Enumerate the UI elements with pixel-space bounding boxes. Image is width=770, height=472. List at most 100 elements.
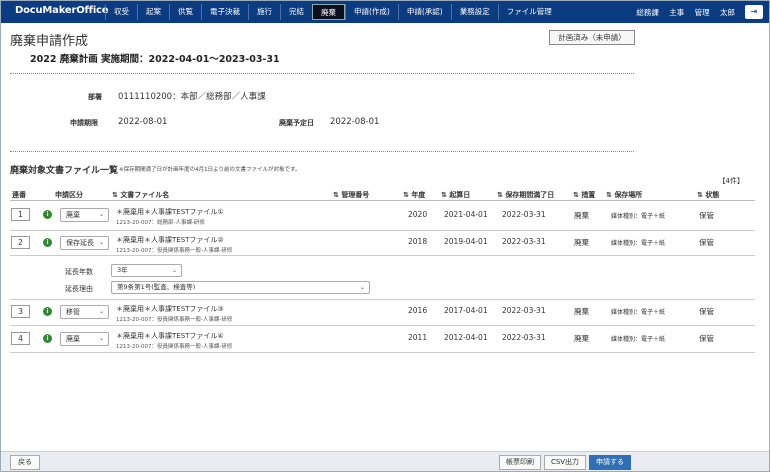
footer-bar: 戻る 帳票印刷 CSV出力 申請する: [1, 451, 769, 471]
logout-button[interactable]: ⇥: [745, 5, 763, 19]
cell-start: 2017-04-01: [444, 306, 488, 315]
cell-year: 2020: [408, 210, 428, 219]
table-row: 1 i 廃棄 ⌄ ＊廃棄用＊人事課TESTファイル① 1213-20-007：総務…: [10, 201, 755, 231]
disposal-date-value: 2022-08-01: [330, 117, 380, 127]
list-title: 廃棄対象文書ファイル一覧: [10, 166, 119, 176]
nav-item-settings[interactable]: 業務設定: [450, 4, 498, 20]
app-logo: DocuMakerOffice: [15, 5, 109, 16]
status-badge: 計画済み（未申請）: [549, 30, 635, 45]
info-icon[interactable]: i: [43, 307, 52, 316]
cell-start: 2012-04-01: [444, 333, 488, 342]
cell-action: 廃棄: [574, 211, 589, 220]
col-expire[interactable]: ⇅ 保存期間満了日: [497, 190, 554, 200]
col-year[interactable]: ⇅ 年度: [403, 190, 425, 200]
apply-deadline-label: 申請期限: [70, 119, 98, 127]
nav-item-circulate[interactable]: 供覧: [169, 4, 201, 20]
divider: [10, 73, 634, 74]
extension-years-label: 延長年数: [65, 268, 93, 276]
row-number[interactable]: 4: [11, 332, 30, 345]
row-number[interactable]: 3: [11, 305, 30, 318]
nav-item-apply-approve[interactable]: 申請(承認): [397, 4, 451, 20]
cell-state: 保管: [699, 334, 714, 343]
nav-item-e-approval[interactable]: 電子決裁: [201, 4, 248, 20]
info-icon[interactable]: i: [43, 210, 52, 219]
user-info: 総務課 主事 管理 太郎: [628, 7, 735, 18]
list-count: 【4件】: [718, 177, 744, 185]
nav-item-complete[interactable]: 完結: [280, 4, 312, 20]
file-name: ＊廃棄用＊人事課TESTファイル④: [116, 332, 224, 340]
apply-type-select[interactable]: 廃棄 ⌄: [60, 208, 109, 222]
cell-location: 媒体種別：電子＋紙: [611, 240, 666, 247]
nav-item-draft[interactable]: 起案: [137, 4, 169, 20]
cell-state: 保管: [699, 307, 714, 316]
file-sub: 1213-20-007：役員関係事務一般-人事課-研修: [116, 248, 233, 254]
table-row: 2 i 保存延長 ⌄ ＊廃棄用＊人事課TESTファイル② 1213-20-007：…: [10, 231, 755, 256]
cell-location: 媒体種別：電子＋紙: [611, 309, 666, 316]
cell-location: 媒体種別：電子＋紙: [611, 213, 666, 220]
cell-year: 2018: [408, 237, 428, 246]
cell-start: 2019-04-01: [444, 237, 488, 246]
cell-expire: 2022-03-31: [502, 306, 546, 315]
user-role1: 主事: [669, 8, 685, 17]
info-icon[interactable]: i: [43, 334, 52, 343]
nav-item-receive[interactable]: 収受: [105, 4, 137, 20]
cell-start: 2021-04-01: [444, 210, 488, 219]
apply-type-select[interactable]: 移管 ⌄: [60, 305, 109, 319]
cell-expire: 2022-03-31: [502, 333, 546, 342]
user-name: 太郎: [720, 8, 735, 17]
col-file[interactable]: ⇅ 文書ファイル名: [112, 190, 169, 200]
nav-item-enforce[interactable]: 施行: [248, 4, 280, 20]
file-sub: 1213-20-007：役員関係事務一般-人事課-研修: [116, 317, 233, 323]
cell-expire: 2022-03-31: [502, 237, 546, 246]
csv-export-button[interactable]: CSV出力: [544, 455, 586, 470]
col-type: 申請区分: [55, 191, 83, 199]
cell-state: 保管: [699, 211, 714, 220]
nav-item-disposal[interactable]: 廃棄: [312, 4, 345, 20]
cell-expire: 2022-03-31: [502, 210, 546, 219]
col-start[interactable]: ⇅ 起算日: [441, 190, 470, 200]
apply-type-select[interactable]: 保存延長 ⌄: [60, 236, 109, 250]
user-dept: 総務課: [636, 8, 659, 17]
apply-deadline-value: 2022-08-01: [118, 117, 168, 127]
plan-title: 2022 廃棄計画 実施期間：2022-04-01〜2023-03-31: [30, 54, 280, 65]
top-bar: DocuMakerOffice 収受 起案 供覧 電子決裁 施行 完結 廃棄 申…: [1, 1, 769, 23]
row-number[interactable]: 2: [11, 236, 30, 249]
cell-action: 廃棄: [574, 334, 589, 343]
extension-row: 延長年数 3年 ⌄ 延長理由 第9条第1号(監査、検査等) ⌄: [10, 256, 755, 300]
table-row: 4 i 廃棄 ⌄ ＊廃棄用＊人事課TESTファイル④ 1213-20-007：役員…: [10, 326, 755, 353]
extension-reason-label: 延長理由: [65, 285, 93, 293]
cell-location: 媒体種別：電子＋紙: [611, 336, 666, 343]
info-icon[interactable]: i: [43, 238, 52, 247]
page-title: 廃棄申請作成: [10, 34, 89, 49]
list-note: ※保存期間満了日が計画年度の4月1日より前の文書ファイルが対象です。: [119, 167, 301, 173]
cell-year: 2011: [408, 333, 428, 342]
submit-button[interactable]: 申請する: [589, 455, 631, 470]
divider: [10, 151, 634, 152]
col-no: 連番: [12, 191, 26, 199]
col-mgmt[interactable]: ⇅ 管理番号: [333, 190, 369, 200]
dept-label: 部署: [88, 93, 102, 101]
file-name: ＊廃棄用＊人事課TESTファイル③: [116, 305, 224, 313]
col-state[interactable]: ⇅ 状態: [697, 190, 719, 200]
nav-item-file-manage[interactable]: ファイル管理: [497, 4, 560, 20]
file-sub: 1213-20-007：役員関係事務一般-人事課-研修: [116, 344, 233, 350]
apply-type-select[interactable]: 廃棄 ⌄: [60, 332, 109, 346]
table-row: 3 i 移管 ⌄ ＊廃棄用＊人事課TESTファイル③ 1213-20-007：役員…: [10, 300, 755, 326]
extension-reason-select[interactable]: 第9条第1号(監査、検査等) ⌄: [111, 281, 370, 294]
col-location[interactable]: ⇅ 保存場所: [606, 190, 642, 200]
logout-icon: ⇥: [750, 7, 758, 16]
file-name: ＊廃棄用＊人事課TESTファイル①: [116, 208, 224, 216]
col-action[interactable]: ⇅ 措置: [573, 190, 595, 200]
main-nav: 収受 起案 供覧 電子決裁 施行 完結 廃棄 申請(作成) 申請(承認) 業務設…: [105, 4, 560, 20]
disposal-date-label: 廃棄予定日: [279, 119, 314, 127]
extension-years-select[interactable]: 3年 ⌄: [111, 264, 182, 277]
cell-state: 保管: [699, 238, 714, 247]
file-name: ＊廃棄用＊人事課TESTファイル②: [116, 236, 224, 244]
row-number[interactable]: 1: [11, 208, 30, 221]
user-role2: 管理: [694, 8, 710, 17]
dept-value: 0111110200：本部／総務部／人事課: [118, 92, 266, 102]
print-button[interactable]: 帳票印刷: [499, 455, 541, 470]
cell-action: 廃棄: [574, 238, 589, 247]
back-button[interactable]: 戻る: [10, 455, 40, 470]
nav-item-apply-create[interactable]: 申請(作成): [345, 4, 398, 20]
